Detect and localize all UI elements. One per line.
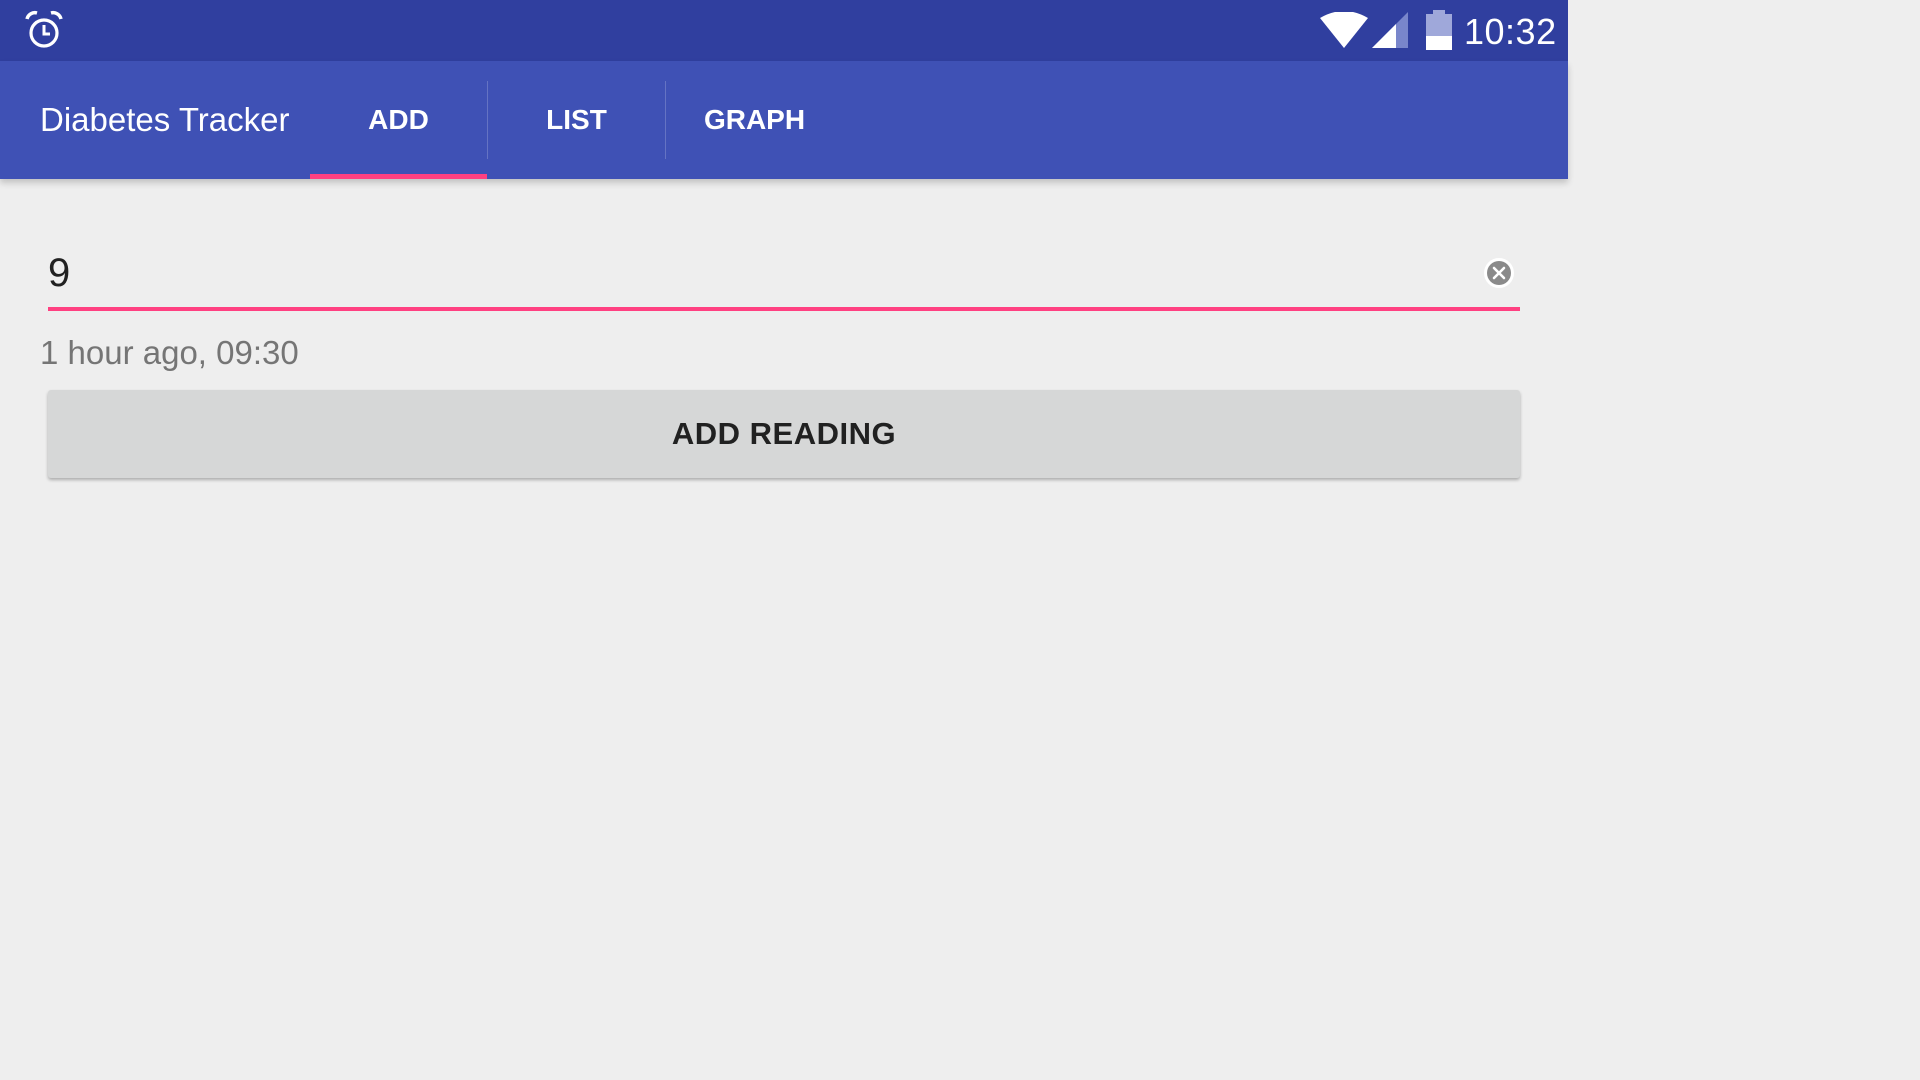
tab-add-label: ADD: [368, 104, 429, 135]
tab-graph-label: GRAPH: [703, 104, 806, 135]
status-bar: 10:32: [0, 0, 1568, 61]
tab-list[interactable]: LIST: [488, 61, 665, 179]
app-bar: Diabetes Tracker ADD LIST GRAPH: [0, 61, 1568, 179]
battery-icon: [1426, 10, 1452, 50]
input-underline: [48, 307, 1520, 311]
alarm-clock-icon: [25, 10, 63, 48]
tab-graph[interactable]: GRAPH: [666, 61, 843, 179]
cell-signal-icon: [1372, 12, 1408, 48]
tab-list-label: LIST: [546, 104, 607, 135]
wifi-icon: [1320, 12, 1368, 48]
tab-add[interactable]: ADD: [310, 61, 487, 179]
app-title: Diabetes Tracker: [40, 101, 290, 138]
status-time: 10:32: [1464, 11, 1557, 52]
reading-input-container: [48, 240, 1520, 312]
reading-input[interactable]: [48, 240, 1468, 306]
reading-timestamp[interactable]: 1 hour ago, 09:30: [40, 334, 299, 372]
add-reading-button[interactable]: ADD READING: [48, 390, 1520, 478]
clear-circle-icon[interactable]: [1482, 256, 1516, 290]
selected-tab-indicator: [310, 174, 487, 179]
add-reading-label: ADD READING: [671, 416, 897, 451]
